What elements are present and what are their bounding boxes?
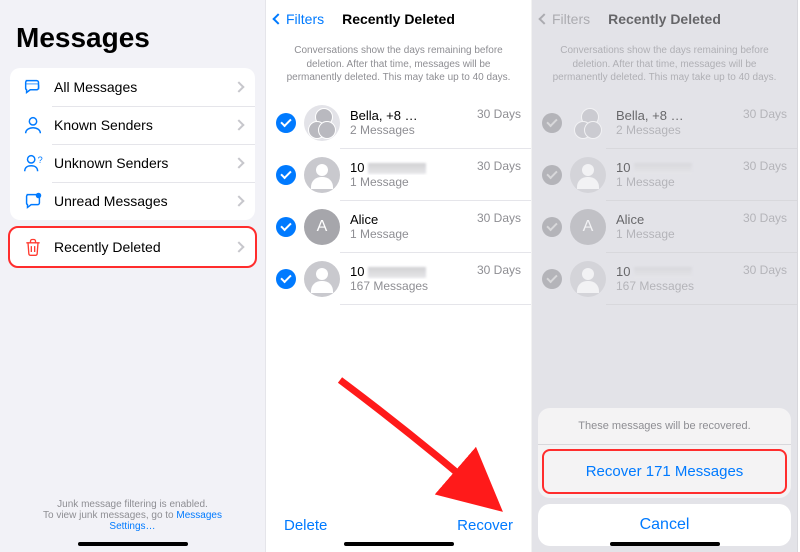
chevron-right-icon [233,81,244,92]
filter-unread-messages[interactable]: Unread Messages [10,182,255,220]
group-avatar-icon [304,105,340,141]
select-checkmark-icon[interactable] [276,165,296,185]
recently-deleted-panel: Filters Recently Deleted Conversations s… [266,0,532,552]
select-checkmark-icon[interactable] [276,217,296,237]
chevron-left-icon [538,13,549,24]
filter-recently-deleted[interactable]: Recently Deleted [10,228,255,266]
message-count: 1 Message [616,227,737,241]
recover-highlight: Recover 171 Messages [542,449,787,494]
days-remaining: 30 Days [471,211,521,225]
chevron-right-icon [233,195,244,206]
home-indicator[interactable] [610,542,720,546]
filters-list: All Messages Known Senders ? Unknown Sen… [10,68,255,220]
back-filters-button[interactable]: Filters [274,11,324,27]
conversation-row[interactable]: 10 167 Messages 30 Days [266,253,531,305]
conversation-name: 10 [350,264,471,279]
home-indicator[interactable] [78,542,188,546]
deletion-explainer: Conversations show the days remaining be… [266,38,531,97]
sheet-message: These messages will be recovered. [538,408,791,445]
page-title: Messages [0,0,265,68]
cancel-button[interactable]: Cancel [538,504,791,546]
filter-label: Unknown Senders [54,155,235,171]
days-remaining: 30 Days [737,211,787,225]
recently-deleted-highlight: Recently Deleted [8,226,257,268]
letter-avatar-icon: A [304,209,340,245]
days-remaining: 30 Days [471,263,521,277]
message-count: 167 Messages [616,279,737,293]
home-indicator[interactable] [344,542,454,546]
back-filters-button: Filters [540,11,590,27]
conversation-row[interactable]: Bella, +8 … 2 Messages 30 Days [266,97,531,149]
nav-title: Recently Deleted [342,11,455,27]
select-checkmark-icon [542,165,562,185]
days-remaining: 30 Days [471,159,521,173]
filter-label: Recently Deleted [54,239,235,255]
person-avatar-icon [570,157,606,193]
filter-known-senders[interactable]: Known Senders [10,106,255,144]
nav-bar: Filters Recently Deleted [532,0,797,38]
conversation-row: 10 1 Message 30 Days [532,149,797,201]
unread-bubble-icon [22,190,44,212]
days-remaining: 30 Days [471,107,521,121]
message-count: 1 Message [350,175,471,189]
person-avatar-icon [304,157,340,193]
trash-icon [22,236,44,258]
filter-all-messages[interactable]: All Messages [10,68,255,106]
conversation-name: Alice [616,212,737,227]
recover-button[interactable]: Recover [457,517,513,534]
message-count: 1 Message [616,175,737,189]
conversation-name: Bella, +8 … [350,108,471,123]
conversation-row: A Alice 1 Message 30 Days [532,201,797,253]
filter-label: All Messages [54,79,235,95]
filter-label: Unread Messages [54,193,235,209]
conversation-row: 10 167 Messages 30 Days [532,253,797,305]
chevron-left-icon [272,13,283,24]
confirm-recover-panel: Filters Recently Deleted Conversations s… [532,0,798,552]
deletion-explainer: Conversations show the days remaining be… [532,38,797,97]
delete-button[interactable]: Delete [284,517,327,534]
conversation-row: Bella, +8 … 2 Messages 30 Days [532,97,797,149]
message-count: 167 Messages [350,279,471,293]
conversation-name: Alice [350,212,471,227]
action-sheet: These messages will be recovered. Recove… [532,402,797,552]
person-question-icon: ? [22,152,44,174]
letter-avatar-icon: A [570,209,606,245]
days-remaining: 30 Days [737,107,787,121]
conversation-name: 10 [616,264,737,279]
conversation-name: Bella, +8 … [616,108,737,123]
conversation-name: 10 [616,160,737,175]
nav-title: Recently Deleted [608,11,721,27]
select-checkmark-icon[interactable] [276,269,296,289]
message-count: 1 Message [350,227,471,241]
select-checkmark-icon[interactable] [276,113,296,133]
chevron-right-icon [233,241,244,252]
days-remaining: 30 Days [737,159,787,173]
days-remaining: 30 Days [737,263,787,277]
conversation-row[interactable]: 10 1 Message 30 Days [266,149,531,201]
nav-bar: Filters Recently Deleted [266,0,531,38]
person-icon [22,114,44,136]
person-avatar-icon [570,261,606,297]
chevron-right-icon [233,157,244,168]
conversation-name: 10 [350,160,471,175]
select-checkmark-icon [542,217,562,237]
filter-unknown-senders[interactable]: ? Unknown Senders [10,144,255,182]
person-avatar-icon [304,261,340,297]
select-checkmark-icon [542,113,562,133]
svg-text:?: ? [38,155,43,165]
group-avatar-icon [570,105,606,141]
message-count: 2 Messages [616,123,737,137]
conversation-row[interactable]: A Alice 1 Message 30 Days [266,201,531,253]
chat-bubbles-icon [22,76,44,98]
message-count: 2 Messages [350,123,471,137]
chevron-right-icon [233,119,244,130]
select-checkmark-icon [542,269,562,289]
messages-filters-panel: Messages All Messages Known Senders ? [0,0,266,552]
recover-messages-button[interactable]: Recover 171 Messages [544,451,785,492]
filter-label: Known Senders [54,117,235,133]
